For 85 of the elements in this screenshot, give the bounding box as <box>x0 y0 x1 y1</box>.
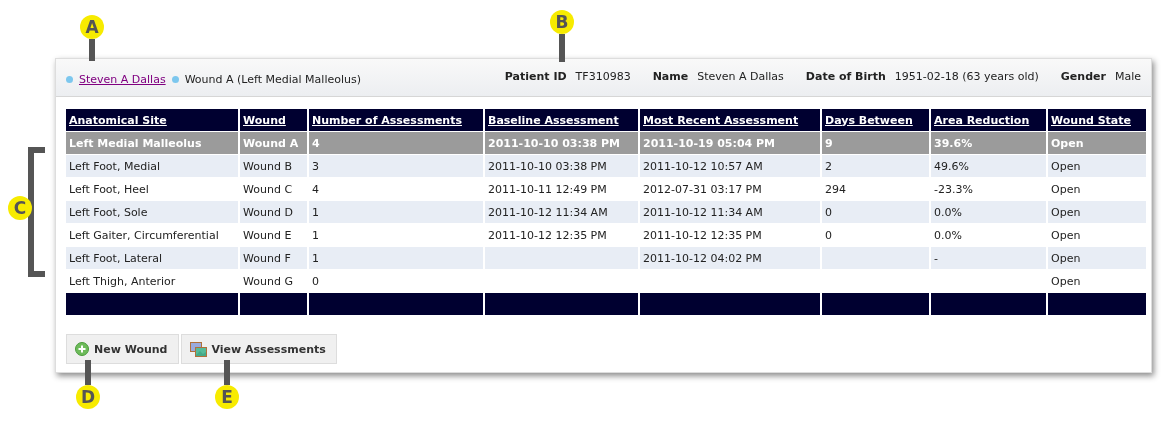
table-cell: 2012-07-31 03:17 PM <box>643 182 762 196</box>
patient-link[interactable]: Steven A Dallas <box>79 72 166 86</box>
field-value: TF310983 <box>575 69 631 83</box>
table-cell: Wound G <box>243 274 293 288</box>
table-cell: Left Foot, Heel <box>69 182 149 196</box>
column-header[interactable]: Anatomical Site <box>66 109 239 132</box>
table-row[interactable]: Left Foot, Medial Wound B 3 2011-10-10 03:38 PM 2011-10-12 10:57 AM 2 49.6% Open <box>66 154 1147 178</box>
column-header[interactable]: Wound State <box>1047 109 1147 132</box>
table-cell: Wound D <box>243 205 293 219</box>
table-cell: 294 <box>825 182 846 196</box>
table-cell: Open <box>1051 159 1081 173</box>
view-assessments-button[interactable]: View Assessments <box>180 334 337 364</box>
plus-circle-icon <box>75 342 89 356</box>
table-cell: 2011-10-19 05:04 PM <box>643 136 776 150</box>
table-cell: Wound B <box>243 159 292 173</box>
table-cell: 0.0% <box>934 228 962 242</box>
table-cell: 2 <box>825 159 832 173</box>
column-header[interactable]: Wound <box>239 109 308 132</box>
field-value: Steven A Dallas <box>697 69 784 83</box>
table-cell: Wound F <box>243 251 291 265</box>
bullet-icon <box>66 75 73 83</box>
table-cell: 4 <box>312 182 319 196</box>
table-cell: Left Foot, Medial <box>69 159 160 173</box>
table-cell: 0 <box>312 274 319 288</box>
table-cell: Left Foot, Sole <box>69 205 148 219</box>
column-header[interactable]: Baseline Assessment <box>484 109 639 132</box>
column-header[interactable]: Most Recent Assessment <box>639 109 821 132</box>
field-label: Gender <box>1060 69 1106 83</box>
table-cell: 2011-10-12 10:57 AM <box>643 159 763 173</box>
table-row[interactable]: Left Foot, Sole Wound D 1 2011-10-12 11:34 AM 2011-10-12 11:34 AM 0 0.0% Open <box>66 200 1147 224</box>
table-cell: Open <box>1051 182 1081 196</box>
table-cell: 2011-10-12 12:35 PM <box>643 228 762 242</box>
table-cell: 1 <box>312 251 319 265</box>
field-label: Name <box>652 69 689 83</box>
field-label: Patient ID <box>504 69 567 83</box>
table-cell: - <box>934 251 938 265</box>
field-value: Male <box>1114 69 1141 83</box>
table-cell: 2011-10-10 03:38 PM <box>488 136 621 150</box>
table-cell: 0 <box>825 228 832 242</box>
column-header[interactable]: Days Between <box>821 109 930 132</box>
table-cell: 1 <box>312 205 319 219</box>
callout-badge: B <box>550 10 574 34</box>
table-cell: 1 <box>312 228 319 242</box>
callout-badge: C <box>8 196 32 220</box>
table-cell: 2011-10-12 11:34 AM <box>643 205 763 219</box>
table-row[interactable]: Left Foot, Heel Wound C 4 2011-10-11 12:49 PM 2012-07-31 03:17 PM 294 -23.3% Open <box>66 177 1147 201</box>
table-cell: 2011-10-11 12:49 PM <box>488 182 607 196</box>
table-cell: 49.6% <box>934 159 969 173</box>
table-cell: 2011-10-12 11:34 AM <box>488 205 608 219</box>
table-cell: 39.6% <box>934 136 973 150</box>
table-row[interactable]: Left Thigh, Anterior Wound G 0 Open <box>66 269 1147 293</box>
table-cell: Wound E <box>243 228 292 242</box>
table-row[interactable]: Left Gaiter, Circumferential Wound E 1 2011-10-12 12:35 PM 2011-10-12 12:35 PM 0 0.0% Open <box>66 223 1147 247</box>
table-cell: Wound C <box>243 182 293 196</box>
column-header[interactable]: Area Reduction <box>930 109 1047 132</box>
callout-badge: D <box>76 385 100 409</box>
table-cell: Open <box>1051 274 1081 288</box>
pictures-icon <box>189 341 207 357</box>
new-wound-button[interactable]: New Wound <box>66 334 179 364</box>
bullet-icon <box>171 75 179 83</box>
table-cell: Left Gaiter, Circumferential <box>69 228 219 242</box>
table-cell: 4 <box>312 136 320 150</box>
table-cell: -23.3% <box>934 182 973 196</box>
table-cell: Open <box>1051 228 1081 242</box>
table-cell: 2011-10-12 12:35 PM <box>488 228 607 242</box>
table-cell: 0.0% <box>934 205 962 219</box>
table-cell: Open <box>1051 251 1081 265</box>
table-cell: Left Foot, Lateral <box>69 251 163 265</box>
field-label: Date of Birth <box>805 69 886 83</box>
table-cell: Open <box>1051 136 1084 150</box>
table-cell: Left Medial Malleolus <box>69 136 202 150</box>
table-cell: Open <box>1051 205 1081 219</box>
callout-badge: E <box>215 385 239 409</box>
table-cell: 2011-10-10 03:38 PM <box>488 159 607 173</box>
column-header[interactable]: Number of Assessments <box>308 109 484 132</box>
breadcrumb-current: Wound A (Left Medial Malleolus) <box>184 72 361 86</box>
table-cell: 9 <box>825 136 833 150</box>
callout-badge: A <box>80 15 104 39</box>
table-row[interactable]: Left Foot, Lateral Wound F 1 2011-10-12 04:02 PM - Open <box>66 246 1147 270</box>
table-cell: Left Thigh, Anterior <box>69 274 176 288</box>
field-value: 1951-02-18 (63 years old) <box>894 69 1039 83</box>
table-cell: 0 <box>825 205 832 219</box>
table-cell: 2011-10-12 04:02 PM <box>643 251 762 265</box>
table-cell: 3 <box>312 159 319 173</box>
table-cell: Wound A <box>243 136 299 150</box>
